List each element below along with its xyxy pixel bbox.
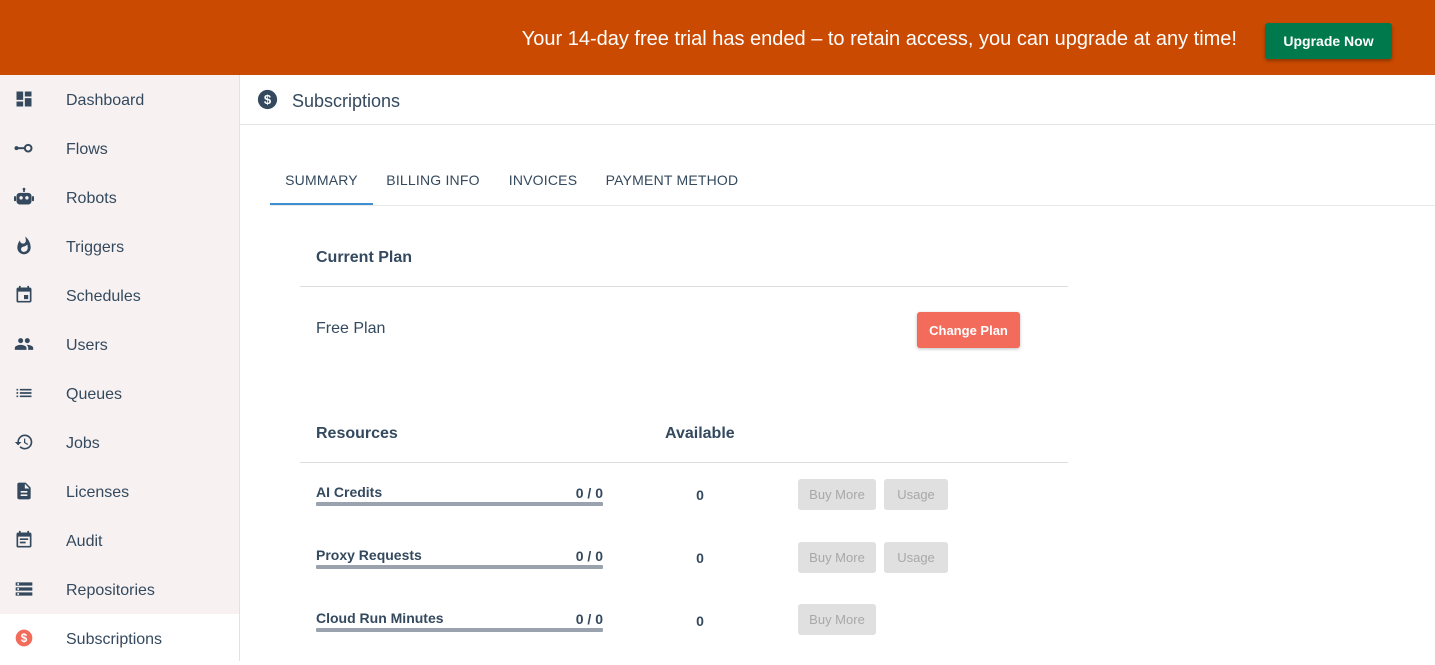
resource-usage-bar <box>316 502 603 506</box>
upgrade-now-button[interactable]: Upgrade Now <box>1265 23 1392 59</box>
divider <box>300 286 1068 287</box>
sidebar-item-audit[interactable]: Audit <box>0 516 239 565</box>
resource-name: Proxy Requests <box>316 547 422 563</box>
usage-button[interactable]: Usage <box>884 542 948 573</box>
history-icon <box>14 432 34 452</box>
trial-message: Your 14-day free trial has ended – to re… <box>521 28 1237 50</box>
sidebar: Dashboard Flows Robots Triggers Schedule… <box>0 75 240 663</box>
page-header: $ Subscriptions <box>240 75 1435 125</box>
resource-available: 0 <box>696 487 704 503</box>
storage-icon <box>14 579 34 599</box>
subscription-tabs: SUMMARY BILLING INFO INVOICES PAYMENT ME… <box>270 155 1435 206</box>
current-plan-heading: Current Plan <box>316 249 413 266</box>
usage-button[interactable]: Usage <box>884 479 948 510</box>
sidebar-item-licenses[interactable]: Licenses <box>0 467 239 516</box>
list-icon <box>14 383 34 403</box>
trial-banner: Your 14-day free trial has ended – to re… <box>0 0 1435 75</box>
tab-summary[interactable]: SUMMARY <box>270 155 373 205</box>
buy-more-button[interactable]: Buy More <box>798 604 876 635</box>
resource-available: 0 <box>696 550 704 566</box>
sidebar-item-label: Robots <box>66 190 117 207</box>
sidebar-item-queues[interactable]: Queues <box>0 369 239 418</box>
sidebar-item-label: Users <box>66 337 108 354</box>
resource-usage-bar <box>316 565 603 569</box>
svg-text:$: $ <box>264 92 272 107</box>
resource-usage: 0 / 0 <box>575 485 603 501</box>
document-icon <box>14 481 34 501</box>
sidebar-item-label: Subscriptions <box>66 631 163 648</box>
tab-payment-method[interactable]: PAYMENT METHOD <box>593 155 751 205</box>
sidebar-item-label: Audit <box>66 533 103 550</box>
calendar-icon <box>14 285 34 305</box>
buy-more-button[interactable]: Buy More <box>798 479 876 510</box>
resource-usage: 0 / 0 <box>575 548 603 564</box>
svg-text:$: $ <box>21 632 28 645</box>
fire-icon <box>14 236 34 256</box>
sidebar-item-users[interactable]: Users <box>0 320 239 369</box>
available-heading: Available <box>665 425 735 442</box>
resource-name: Cloud Run Minutes <box>316 610 444 626</box>
sidebar-item-label: Queues <box>66 386 123 403</box>
resources-heading: Resources <box>316 425 398 442</box>
sidebar-item-jobs[interactable]: Jobs <box>0 418 239 467</box>
sidebar-item-repositories[interactable]: Repositories <box>0 565 239 614</box>
sidebar-item-subscriptions[interactable]: $ Subscriptions <box>0 614 239 663</box>
dashboard-icon <box>14 89 34 109</box>
sidebar-item-schedules[interactable]: Schedules <box>0 271 239 320</box>
sidebar-item-flows[interactable]: Flows <box>0 124 239 173</box>
sidebar-item-label: Schedules <box>66 288 141 305</box>
divider <box>300 462 1068 463</box>
resource-usage-bar <box>316 628 603 632</box>
tab-invoices[interactable]: INVOICES <box>495 155 591 205</box>
users-icon <box>14 334 34 354</box>
sidebar-item-label: Flows <box>66 141 108 158</box>
tab-billing-info[interactable]: BILLING INFO <box>373 155 493 205</box>
sidebar-item-label: Dashboard <box>66 92 145 109</box>
sidebar-item-label: Repositories <box>66 582 155 599</box>
sidebar-item-dashboard[interactable]: Dashboard <box>0 75 239 124</box>
event-note-icon <box>14 530 34 550</box>
page-title: Subscriptions <box>292 91 401 111</box>
resource-name: AI Credits <box>316 484 383 500</box>
plan-name: Free Plan <box>316 320 386 337</box>
change-plan-button[interactable]: Change Plan <box>917 312 1020 348</box>
dollar-icon: $ <box>14 628 34 648</box>
resource-available: 0 <box>696 613 704 629</box>
sidebar-item-label: Triggers <box>66 239 125 256</box>
robot-icon <box>14 187 34 207</box>
resource-usage: 0 / 0 <box>575 611 603 627</box>
buy-more-button[interactable]: Buy More <box>798 542 876 573</box>
flow-icon <box>14 138 34 158</box>
dollar-icon: $ <box>257 89 278 110</box>
sidebar-item-label: Jobs <box>66 435 100 452</box>
sidebar-item-robots[interactable]: Robots <box>0 173 239 222</box>
sidebar-item-label: Licenses <box>66 484 130 501</box>
sidebar-item-triggers[interactable]: Triggers <box>0 222 239 271</box>
